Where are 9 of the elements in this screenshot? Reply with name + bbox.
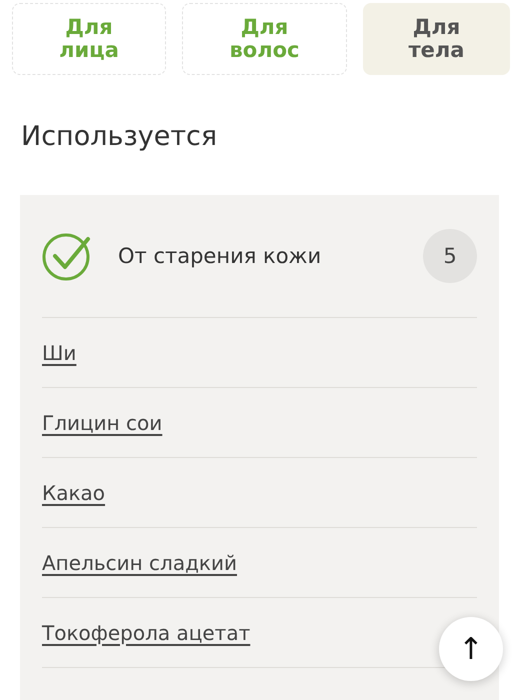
ingredient-link[interactable]: Токоферола ацетат	[42, 620, 250, 644]
count-badge: 5	[423, 229, 477, 283]
section-title: Используется	[21, 120, 218, 154]
category-tab[interactable]: Для тела	[363, 3, 510, 75]
ingredient-link[interactable]: Глицин сои	[42, 410, 162, 434]
group-title: От старения кожи	[118, 244, 322, 268]
ingredient-link[interactable]: Ши	[42, 340, 76, 364]
ingredient-link[interactable]: Апельсин сладкий	[42, 550, 237, 574]
ingredient-link[interactable]: Какао	[42, 480, 106, 504]
